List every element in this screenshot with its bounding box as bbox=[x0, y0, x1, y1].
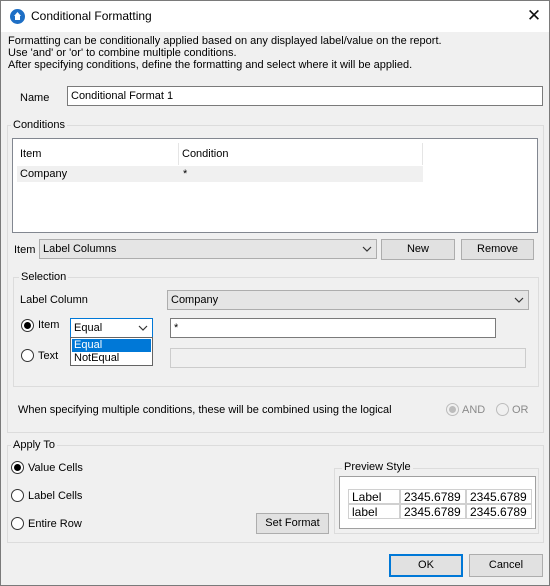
conditions-list[interactable]: Item Condition Company * bbox=[12, 138, 538, 233]
title-bar: Conditional Formatting ✕ bbox=[1, 1, 549, 32]
conditions-list-header: Item Condition bbox=[17, 143, 423, 165]
label-column-value: Company bbox=[171, 294, 219, 306]
label-cells-radio[interactable] bbox=[11, 489, 24, 502]
name-label: Name bbox=[20, 92, 50, 104]
value-cells-label: Value Cells bbox=[28, 462, 83, 474]
item-radio-label: Item bbox=[38, 319, 60, 331]
app-icon bbox=[10, 9, 25, 24]
and-radio[interactable] bbox=[446, 403, 459, 416]
remove-button[interactable]: Remove bbox=[461, 239, 534, 260]
operator-value: Equal bbox=[74, 322, 103, 334]
conditional-formatting-dialog: Conditional Formatting ✕ Formatting can … bbox=[0, 0, 550, 586]
preview-value-cell: 2345.6789 bbox=[400, 489, 466, 504]
new-button[interactable]: New bbox=[381, 239, 455, 260]
ok-button[interactable]: OK bbox=[389, 554, 463, 577]
description-line: Use 'and' or 'or' to combine multiple co… bbox=[8, 47, 237, 59]
set-format-button[interactable]: Set Format bbox=[256, 513, 329, 534]
chevron-down-icon bbox=[138, 325, 148, 331]
text-radio[interactable] bbox=[21, 349, 34, 362]
preview-grid: Label 2345.6789 2345.6789 label 2345.678… bbox=[339, 476, 536, 529]
and-radio-label: AND bbox=[462, 404, 486, 416]
name-field[interactable]: Conditional Format 1 bbox=[67, 86, 543, 106]
entire-row-label: Entire Row bbox=[28, 518, 82, 530]
description-line: After specifying conditions, define the … bbox=[8, 59, 413, 71]
item-label: Item bbox=[14, 244, 36, 256]
text-value-field[interactable] bbox=[170, 348, 526, 368]
dropdown-option-notequal[interactable]: NotEqual bbox=[72, 352, 151, 365]
chevron-down-icon bbox=[362, 246, 372, 252]
row-item-cell: Company bbox=[20, 168, 68, 180]
label-cells-label: Label Cells bbox=[28, 490, 83, 502]
preview-value-cell: 2345.6789 bbox=[466, 489, 532, 504]
logical-description: When specifying multiple conditions, the… bbox=[18, 404, 392, 416]
conditions-group-title: Conditions bbox=[11, 119, 67, 131]
row-condition-cell: * bbox=[183, 168, 188, 180]
preview-value-cell: 2345.6789 bbox=[400, 504, 466, 519]
operator-select[interactable]: Equal bbox=[70, 318, 153, 338]
label-column-label: Label Column bbox=[20, 294, 88, 306]
description: Formatting can be conditionally applied … bbox=[8, 35, 442, 71]
value-cells-radio[interactable] bbox=[11, 461, 24, 474]
text-radio-label: Text bbox=[38, 350, 59, 362]
preview-table: Label 2345.6789 2345.6789 label 2345.678… bbox=[344, 481, 534, 527]
preview-label-cell: label bbox=[348, 504, 400, 519]
column-header-item[interactable]: Item bbox=[17, 143, 179, 165]
preview-label-cell: Label bbox=[348, 489, 400, 504]
dropdown-option-equal[interactable]: Equal bbox=[72, 339, 151, 352]
selection-group-title: Selection bbox=[19, 271, 69, 283]
cancel-button[interactable]: Cancel bbox=[469, 554, 543, 577]
table-row[interactable]: Company * bbox=[17, 166, 423, 182]
operator-dropdown-list[interactable]: Equal NotEqual bbox=[70, 337, 153, 366]
close-icon[interactable]: ✕ bbox=[523, 5, 545, 27]
item-type-value: Label Columns bbox=[43, 243, 117, 255]
item-type-select[interactable]: Label Columns bbox=[39, 239, 377, 259]
or-radio-label: OR bbox=[512, 404, 529, 416]
window-title: Conditional Formatting bbox=[31, 9, 152, 23]
or-radio[interactable] bbox=[496, 403, 509, 416]
preview-value-cell: 2345.6789 bbox=[466, 504, 532, 519]
apply-to-group-title: Apply To bbox=[11, 439, 57, 451]
item-value-field[interactable]: * bbox=[170, 318, 496, 338]
entire-row-radio[interactable] bbox=[11, 517, 24, 530]
item-radio[interactable] bbox=[21, 319, 34, 332]
column-header-condition[interactable]: Condition bbox=[179, 143, 423, 165]
chevron-down-icon bbox=[514, 297, 524, 303]
preview-style-title: Preview Style bbox=[342, 461, 413, 473]
description-line: Formatting can be conditionally applied … bbox=[8, 35, 442, 47]
label-column-select[interactable]: Company bbox=[167, 290, 529, 310]
